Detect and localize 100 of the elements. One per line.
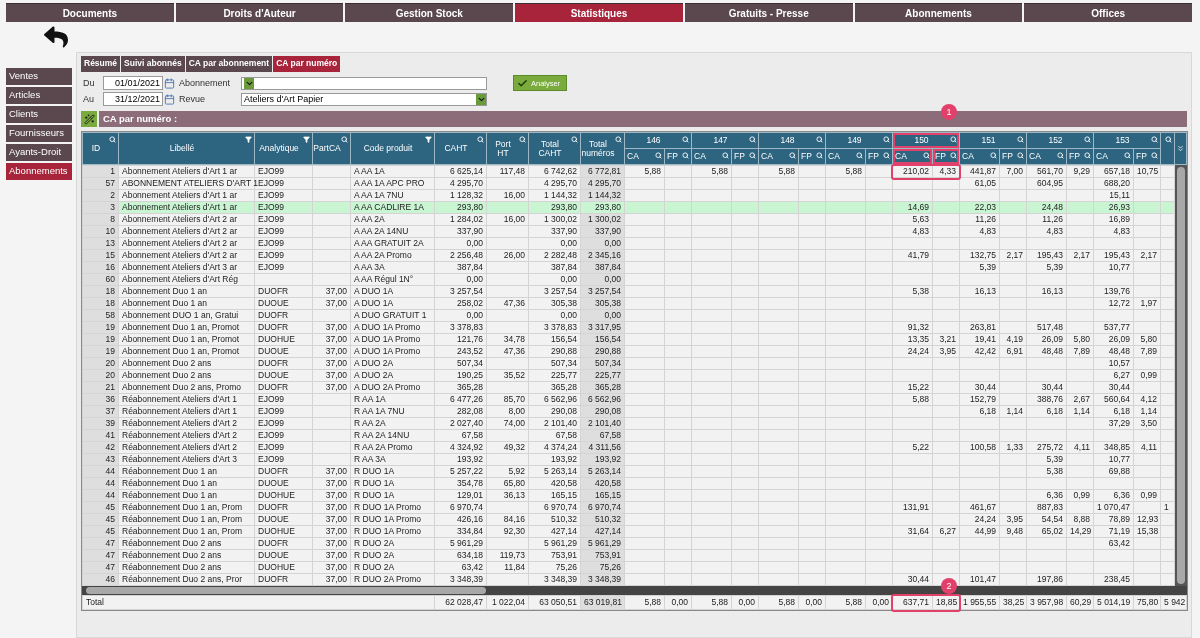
table-cell: Abonnement Duo 2 ans [118, 369, 255, 382]
sidebar-item[interactable]: Ayants-Droit [6, 144, 72, 161]
column-header[interactable]: 151 [959, 132, 1027, 149]
sub-tab[interactable]: CA par abonnement [185, 56, 273, 72]
column-header[interactable]: 149 [825, 132, 893, 149]
back-arrow-icon[interactable] [44, 25, 68, 49]
column-header[interactable]: Analytique [254, 132, 313, 165]
table-cell: 5,88 [691, 165, 732, 178]
table-cell: 65,80 [486, 477, 529, 490]
table-cell: 44,99 [959, 525, 1000, 538]
select-field[interactable] [241, 76, 487, 90]
table-cell: 3,95 [932, 345, 960, 358]
sub-tab[interactable]: Suivi abonnés [121, 56, 185, 72]
calendar-icon[interactable] [164, 77, 175, 89]
search-icon[interactable] [1151, 152, 1158, 159]
search-icon[interactable] [1084, 152, 1091, 159]
column-header[interactable] [1160, 132, 1175, 165]
search-icon[interactable] [923, 152, 930, 159]
search-icon[interactable] [615, 136, 622, 143]
search-icon[interactable] [1057, 152, 1064, 159]
table-cell: EJO99 [254, 189, 313, 202]
sidebar-item[interactable]: Fournisseurs [6, 125, 72, 142]
sidebar-item[interactable]: Clients [6, 106, 72, 123]
column-header[interactable]: 146 [624, 132, 692, 149]
table-cell: 37,00 [312, 489, 351, 502]
sidebar-item[interactable]: Ventes [6, 68, 72, 85]
sub-tab[interactable]: Résumé [81, 56, 121, 72]
search-icon[interactable] [1017, 136, 1024, 143]
search-icon[interactable] [722, 152, 729, 159]
search-icon[interactable] [816, 152, 823, 159]
search-icon[interactable] [1084, 136, 1091, 143]
table-cell: 41,79 [892, 249, 933, 262]
vertical-scrollbar[interactable] [1175, 165, 1187, 586]
header-label: 152 [1048, 136, 1063, 145]
search-icon[interactable] [883, 152, 890, 159]
filter-icon[interactable] [425, 136, 432, 143]
date-field[interactable]: 31/12/2021 [103, 92, 163, 106]
search-icon[interactable] [1124, 152, 1131, 159]
table-cell: 0,99 [1133, 489, 1161, 502]
dropdown-button[interactable] [476, 93, 486, 105]
table-cell: 37,00 [312, 297, 351, 310]
calendar-icon[interactable] [164, 93, 175, 105]
expand-icon[interactable] [1176, 144, 1185, 153]
nav-tab[interactable]: Gratuits - Presse [684, 3, 853, 22]
wand-icon[interactable] [81, 111, 97, 127]
select-field[interactable]: Ateliers d'Art Papier [241, 92, 487, 106]
search-icon[interactable] [1017, 152, 1024, 159]
header-label: CA [895, 152, 907, 161]
search-icon[interactable] [950, 136, 957, 143]
column-header[interactable]: 153 [1093, 132, 1161, 149]
search-icon[interactable] [816, 136, 823, 143]
column-header[interactable]: 150 [892, 132, 960, 149]
search-icon[interactable] [682, 152, 689, 159]
nav-tab[interactable]: Gestion Stock [345, 3, 514, 22]
nav-tab[interactable]: Droits d'Auteur [175, 3, 344, 22]
table-cell: 1 144,32 [528, 189, 581, 202]
table-cell: 14,69 [892, 201, 933, 214]
nav-tab[interactable]: Offices [1024, 3, 1193, 22]
search-icon[interactable] [856, 152, 863, 159]
column-header[interactable]: Total numéros [580, 132, 625, 165]
sub-tab[interactable]: CA par numéro [273, 56, 341, 72]
search-icon[interactable] [519, 136, 526, 143]
table-cell: EJO99 [254, 237, 313, 250]
table-cell: 24,48 [1026, 201, 1067, 214]
search-icon[interactable] [341, 136, 348, 143]
column-header[interactable]: 148 [758, 132, 826, 149]
column-header[interactable]: PartCA [312, 132, 351, 165]
sidebar-item[interactable]: Abonnements [6, 163, 72, 180]
table-cell: 16,13 [1026, 285, 1067, 298]
column-header[interactable]: CAHT [434, 132, 487, 165]
search-icon[interactable] [1165, 136, 1172, 143]
column-header[interactable]: 152 [1026, 132, 1094, 149]
search-icon[interactable] [109, 136, 116, 143]
search-icon[interactable] [1151, 136, 1158, 143]
filter-icon[interactable] [303, 136, 310, 143]
search-icon[interactable] [990, 152, 997, 159]
column-header[interactable]: Libellé [118, 132, 255, 165]
table-cell: 4,19 [999, 333, 1027, 346]
search-icon[interactable] [950, 152, 957, 159]
nav-tab[interactable]: Statistiques [515, 3, 683, 22]
sidebar-item[interactable]: Articles [6, 87, 72, 104]
column-header[interactable]: Port HT [486, 132, 529, 165]
column-header[interactable]: ID [82, 132, 119, 165]
table-cell: 225,77 [528, 369, 581, 382]
search-icon[interactable] [883, 136, 890, 143]
dropdown-button[interactable] [244, 77, 254, 89]
date-field[interactable]: 01/01/2021 [103, 76, 163, 90]
search-icon[interactable] [749, 152, 756, 159]
search-icon[interactable] [477, 136, 484, 143]
nav-tab[interactable]: Abonnements [854, 3, 1023, 22]
nav-tab[interactable]: Documents [6, 3, 174, 22]
column-header[interactable]: Total CAHT [528, 132, 581, 165]
search-icon[interactable] [749, 136, 756, 143]
search-icon[interactable] [571, 136, 578, 143]
search-icon[interactable] [789, 152, 796, 159]
search-icon[interactable] [682, 136, 689, 143]
filter-icon[interactable] [245, 136, 252, 143]
search-icon[interactable] [655, 152, 662, 159]
column-header[interactable]: Code produit [350, 132, 435, 165]
column-header[interactable]: 147 [691, 132, 759, 149]
